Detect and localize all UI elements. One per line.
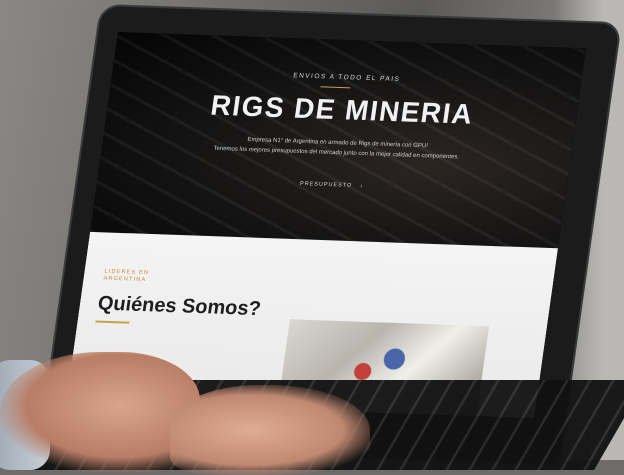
hero-title: RIGS DE MINERIA: [208, 89, 476, 130]
section-heading: Quiénes Somos?: [96, 292, 263, 321]
heading-underline: [95, 320, 130, 324]
arrow-down-icon: ↓: [354, 182, 364, 190]
section-tag: LIDERES EN ARGENTINA: [103, 268, 150, 284]
hero-section: ENVIOS A TODO EL PAIS RIGS DE MINERIA Em…: [90, 32, 586, 249]
hero-kicker: ENVIOS A TODO EL PAIS: [292, 72, 401, 84]
presupuesto-button[interactable]: PRESUPUESTO ↓: [97, 174, 566, 196]
right-hand: [170, 385, 370, 475]
hero-divider: [320, 86, 351, 89]
presupuesto-label: PRESUPUESTO: [299, 181, 353, 189]
